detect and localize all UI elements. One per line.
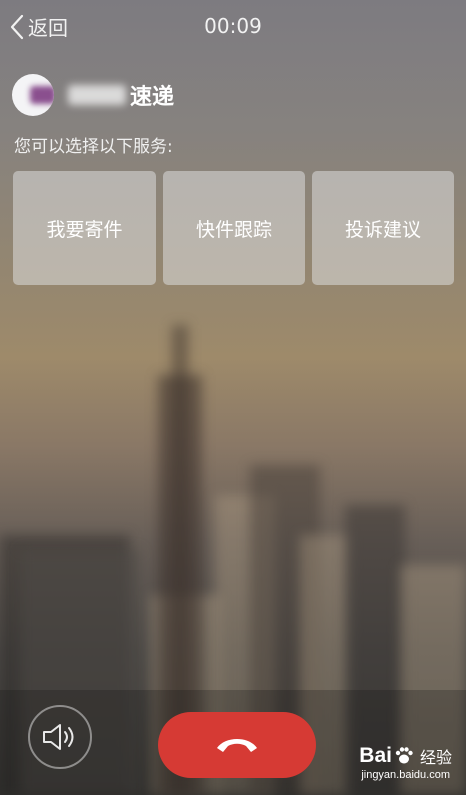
watermark-brand: Bai [359,744,392,767]
watermark-brand-suffix: 经验 [419,750,452,767]
watermark-url: jingyan.baidu.com [361,769,450,781]
service-send-package-button[interactable]: 我要寄件 [13,171,156,285]
service-track-package-button[interactable]: 快件跟踪 [163,171,305,285]
phone-hangup-icon [217,739,257,752]
caller-name: 速递 [130,85,175,110]
hangup-button[interactable] [158,712,316,778]
service-options: 我要寄件 快件跟踪 投诉建议 [13,171,454,285]
caller-avatar [12,74,54,116]
call-header: 返回 00:09 [0,0,466,56]
paw-icon [395,747,413,764]
service-complaint-button[interactable]: 投诉建议 [312,171,454,285]
service-prompt: 您可以选择以下服务: [14,137,173,157]
blurred-name-part [68,85,126,105]
caller-info: 速递 [12,74,174,116]
speaker-icon [43,724,74,750]
call-timer: 00:09 [204,14,262,38]
city-background [0,0,466,795]
baidu-jingyan-watermark: Bai 经验 jingyan.baidu.com [359,744,452,781]
watermark-logo: Bai 经验 [359,744,452,768]
speaker-button[interactable] [28,705,92,769]
